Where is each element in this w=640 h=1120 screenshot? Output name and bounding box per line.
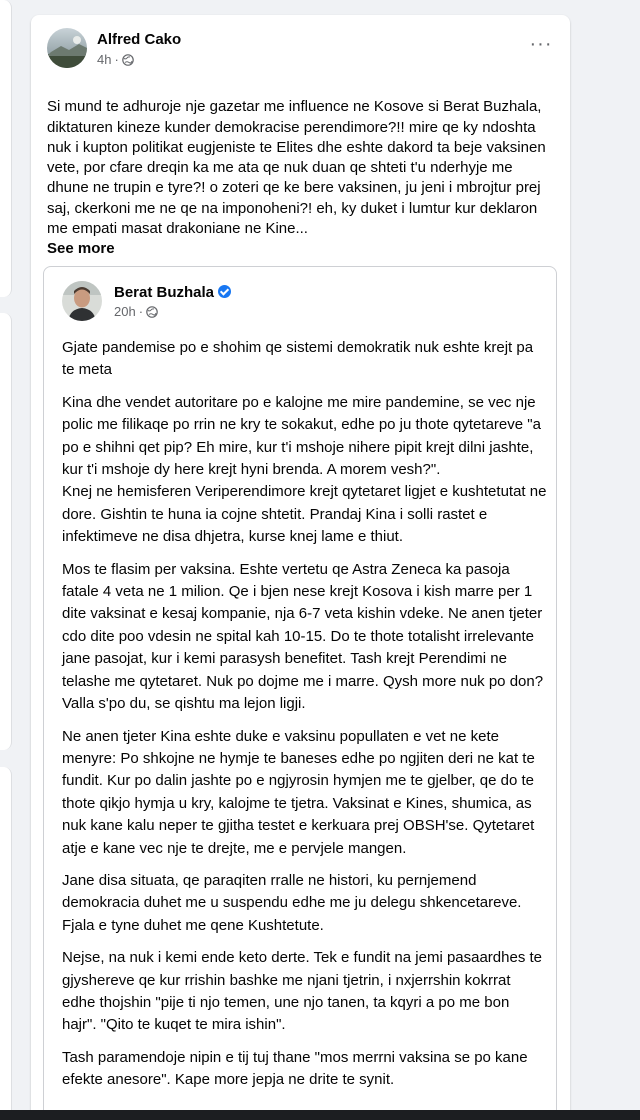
shared-author-name[interactable]: Berat Buzhala [114, 284, 214, 301]
bottom-edge-bar [0, 1110, 640, 1120]
shared-post-meta: 20h · [114, 304, 158, 319]
shared-paragraph: Tash paramendoje nipin e tij tuj thane "… [62, 1048, 528, 1089]
shared-paragraph: Kina dhe vendet autoritare po e kalojne … [62, 393, 547, 546]
shared-paragraph: Gjate pandemise po e shohim qe sistemi d… [62, 339, 534, 379]
globe-icon [146, 305, 158, 318]
shared-author-line: Berat Buzhala [114, 284, 232, 301]
shared-paragraph: Mos te flasim per vaksina. Eshte vertetu… [62, 560, 544, 713]
meta-separator: · [138, 304, 144, 319]
meta-separator: · [114, 52, 119, 67]
author-avatar[interactable] [47, 28, 87, 68]
left-side-card-middle [0, 313, 12, 750]
post-body: Si mund te adhuroje nje gazetar me influ… [47, 98, 546, 238]
left-side-card-bottom [0, 767, 12, 1120]
globe-icon [122, 53, 134, 66]
shared-paragraph: Ne anen tjeter Kina eshte duke e vaksinu… [62, 727, 535, 857]
left-side-card-top [0, 0, 12, 297]
shared-paragraph: Nejse, na nuk i kemi ende keto derte. Te… [62, 949, 543, 1034]
see-more-link[interactable]: See more [47, 240, 115, 257]
post-text: Si mund te adhuroje nje gazetar me influ… [47, 77, 555, 260]
shared-post-body: Gjate pandemise po e shohim qe sistemi d… [62, 337, 547, 1102]
shared-post-card[interactable]: Berat Buzhala 20h · Gjate pandemise po e… [43, 266, 557, 1120]
shared-paragraph: Jane disa situata, qe paraqiten rralle n… [62, 871, 522, 934]
author-name[interactable]: Alfred Cako [97, 31, 181, 48]
shared-author-avatar[interactable] [62, 281, 102, 321]
shared-post-time[interactable]: 20h [114, 304, 136, 319]
post-meta: 4h · [97, 52, 134, 67]
post-card: Alfred Cako 4h · ··· Si mund te adhuroje… [31, 15, 570, 1120]
more-options-icon[interactable]: ··· [528, 34, 554, 57]
verified-badge-icon [218, 285, 232, 298]
post-time[interactable]: 4h [97, 52, 111, 67]
